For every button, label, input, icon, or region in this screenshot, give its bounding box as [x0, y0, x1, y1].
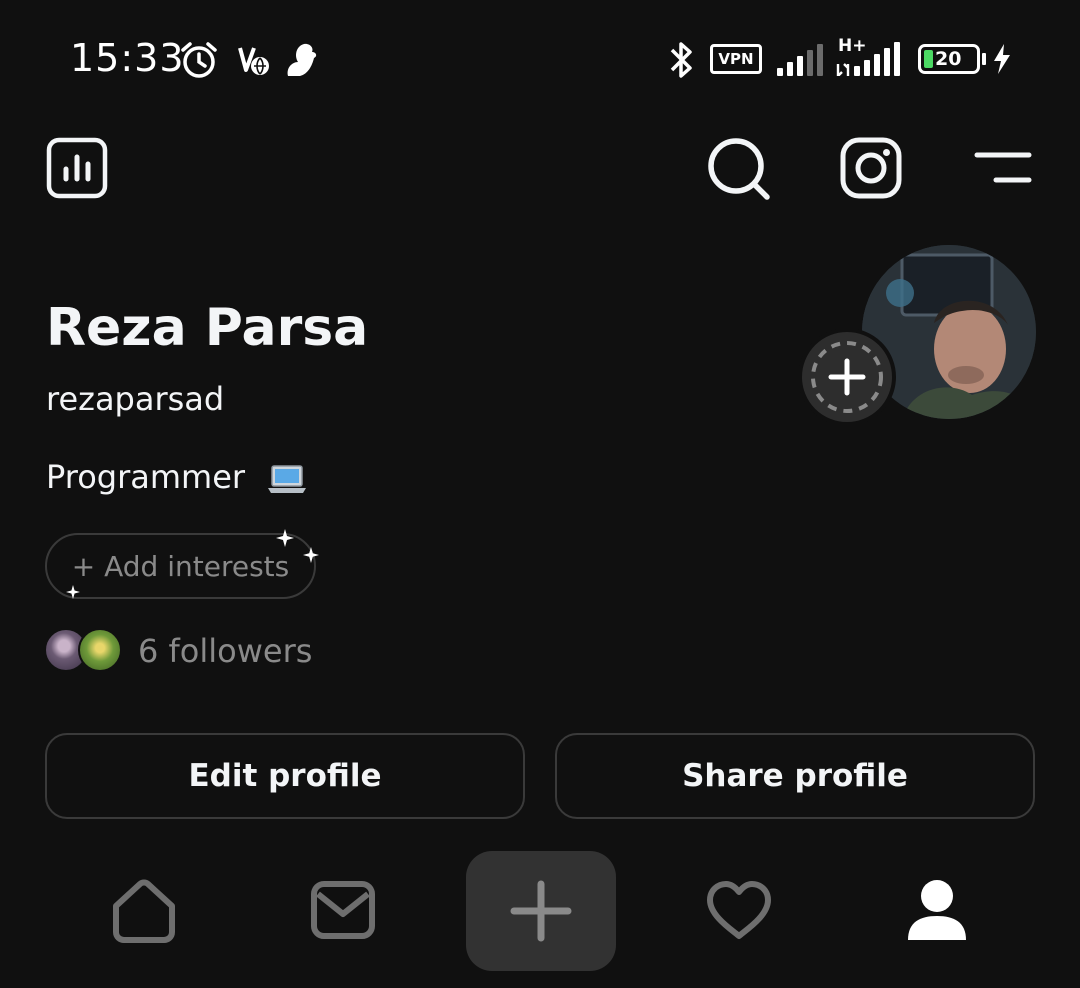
bio: Programmer [46, 458, 307, 496]
bluetooth-icon [670, 42, 692, 78]
create-icon [510, 880, 572, 942]
battery-percent: 20 [935, 48, 962, 70]
battery-level [924, 50, 933, 68]
profile-icon[interactable] [906, 878, 968, 944]
sparkle-icon [303, 547, 319, 563]
followers-count: 6 followers [138, 632, 313, 670]
followers-link[interactable]: 6 followers [44, 626, 364, 674]
bio-text: Programmer [46, 458, 246, 496]
volte-icon [238, 47, 269, 75]
share-profile-label: Share profile [682, 758, 908, 794]
menu-icon[interactable] [974, 150, 1032, 186]
battery-icon: 20 [918, 44, 980, 74]
add-story-icon [811, 341, 883, 413]
home-icon[interactable] [110, 878, 178, 944]
alarm-icon [181, 42, 217, 78]
vpn-badge: VPN [710, 44, 762, 74]
create-button[interactable] [466, 851, 616, 971]
bottom-nav [0, 840, 1080, 988]
squirrel-icon [287, 43, 317, 76]
insights-icon[interactable] [46, 137, 108, 199]
display-name: Reza Parsa [46, 298, 369, 358]
activity-icon[interactable] [704, 880, 774, 942]
add-story-button[interactable] [798, 328, 896, 426]
threads-profile-screen: 15:33 VPN H+ 20 Reza Parsa rezaparsad Pr… [0, 0, 1080, 988]
search-icon[interactable] [706, 136, 772, 200]
status-time: 15:33 [70, 36, 185, 80]
laptop-icon [268, 465, 307, 493]
signal-icon [777, 44, 823, 76]
edit-profile-button[interactable]: Edit profile [45, 733, 525, 819]
edit-profile-label: Edit profile [188, 758, 382, 794]
battery-cap [982, 53, 986, 65]
sparkle-icon [276, 529, 294, 547]
signal-icon [836, 42, 900, 76]
username: rezaparsad [46, 380, 225, 418]
follower-avatar [78, 628, 122, 672]
add-interests-label: + Add interests [71, 549, 290, 583]
instagram-icon[interactable] [840, 137, 902, 199]
charging-icon [994, 44, 1010, 74]
sparkle-icon [66, 585, 80, 599]
share-profile-button[interactable]: Share profile [555, 733, 1035, 819]
inbox-icon[interactable] [310, 880, 376, 940]
status-bar: 15:33 VPN H+ 20 [0, 0, 1080, 120]
